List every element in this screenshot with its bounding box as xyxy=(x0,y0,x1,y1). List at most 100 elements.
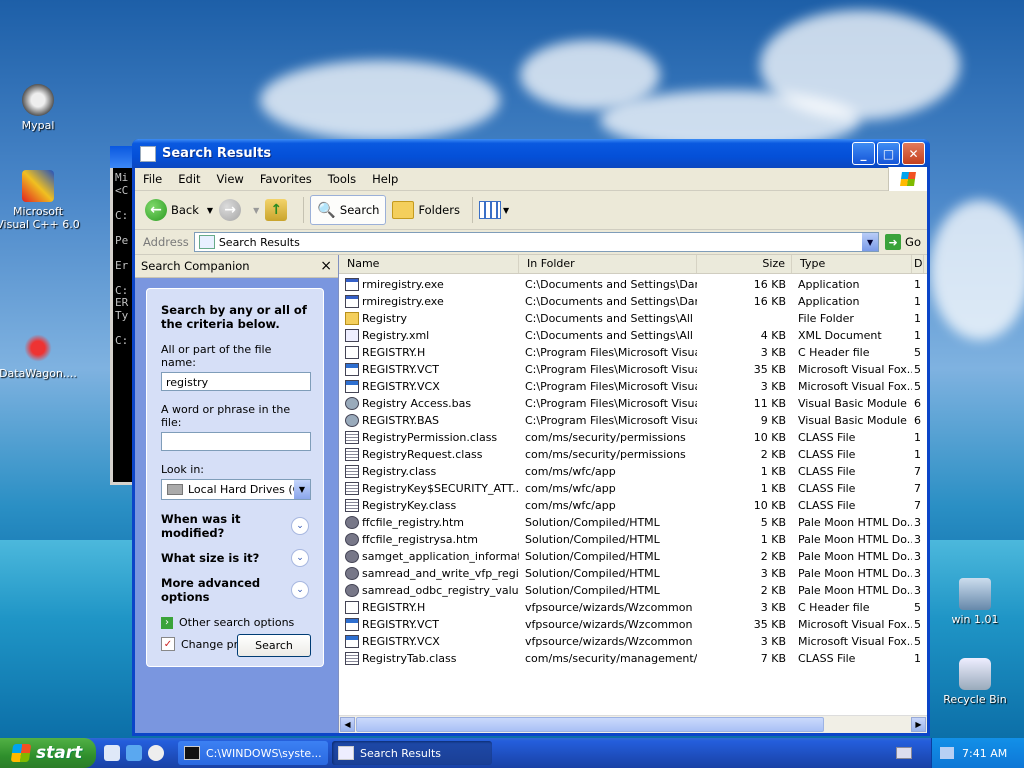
table-row[interactable]: RegistryKey.class com/ms/wfc/app 10 KB CLAS… xyxy=(339,497,927,514)
file-type: Pale Moon HTML Do... xyxy=(798,533,912,546)
lookin-select[interactable]: Local Hard Drives (C:) ▼ xyxy=(161,479,311,500)
search-toolbar-button[interactable]: 🔍 Search xyxy=(310,195,387,225)
table-row[interactable]: Registry.xml C:\Documents and Settings\Al… xyxy=(339,327,927,344)
clock[interactable]: 7:41 AM xyxy=(962,747,1007,760)
horizontal-scrollbar[interactable]: ◀ ▶ xyxy=(339,715,927,733)
table-row[interactable]: REGISTRY.H vfpsource/wizards/Wzcommon 3 KB… xyxy=(339,599,927,616)
folders-button[interactable]: Folders xyxy=(392,201,460,219)
up-folder-button[interactable]: ↑ xyxy=(265,199,291,221)
table-row[interactable]: samread_and_write_vfp_regi... Solution/Co… xyxy=(339,565,927,582)
menu-view[interactable]: View xyxy=(209,172,252,186)
hard-drive-icon xyxy=(167,484,183,495)
file-date: 3 xyxy=(914,533,921,546)
window-titlebar[interactable]: Search Results _ □ ✕ xyxy=(132,139,930,168)
desktop-icon-datawagon[interactable]: DataWagon.... xyxy=(0,332,80,380)
desktop-icon-mypal[interactable]: Mypal xyxy=(0,84,80,132)
minimize-button[interactable]: _ xyxy=(852,142,875,165)
results-rows: rmiregistry.exe C:\Documents and Settings… xyxy=(339,274,927,667)
table-row[interactable]: rmiregistry.exe C:\Documents and Settings… xyxy=(339,276,927,293)
task-search-results[interactable]: Search Results xyxy=(332,741,492,765)
forward-button[interactable]: → xyxy=(219,199,245,221)
table-row[interactable]: RegistryRequest.class com/ms/security/per… xyxy=(339,446,927,463)
table-row[interactable]: RegistryPermission.class com/ms/security/… xyxy=(339,429,927,446)
file-folder: vfpsource/wizards/Wzcommon xyxy=(525,635,693,648)
menu-favorites[interactable]: Favorites xyxy=(252,172,320,186)
column-header-date[interactable]: D xyxy=(912,255,924,273)
table-row[interactable]: Registry Access.bas C:\Program Files\Micr… xyxy=(339,395,927,412)
menu-tools[interactable]: Tools xyxy=(320,172,364,186)
desktop-icon-win[interactable]: win 1.01 xyxy=(933,578,1017,626)
network-icon[interactable] xyxy=(940,747,954,759)
back-dropdown-icon[interactable]: ▼ xyxy=(207,206,213,215)
menu-file[interactable]: File xyxy=(135,172,170,186)
phrase-input[interactable] xyxy=(161,432,311,451)
table-row[interactable]: REGISTRY.VCT vfpsource/wizards/Wzcommon 35… xyxy=(339,616,927,633)
keyboard-icon[interactable] xyxy=(896,747,912,759)
table-row[interactable]: RegistryTab.class com/ms/security/managem… xyxy=(339,650,927,667)
table-row[interactable]: ffcfile_registrysa.htm Solution/Compiled/… xyxy=(339,531,927,548)
menu-edit[interactable]: Edit xyxy=(170,172,208,186)
table-row[interactable]: REGISTRY.VCX vfpsource/wizards/Wzcommon 3 … xyxy=(339,633,927,650)
back-button[interactable]: ← Back xyxy=(145,199,199,221)
views-icon xyxy=(478,201,501,219)
column-header-size[interactable]: Size xyxy=(697,255,792,273)
file-folder: com/ms/security/permissions xyxy=(525,431,686,444)
console-icon xyxy=(184,746,200,760)
size-section[interactable]: What size is it? ⌄ xyxy=(161,549,309,567)
chevron-down-icon[interactable]: ⌄ xyxy=(291,549,309,567)
desktop-icon-recycle-bin[interactable]: Recycle Bin xyxy=(933,658,1017,706)
close-button[interactable]: ✕ xyxy=(902,142,925,165)
media-player-icon[interactable] xyxy=(148,745,164,761)
other-search-options-link[interactable]: › Other search options xyxy=(161,616,309,629)
scrollbar-thumb[interactable] xyxy=(356,717,824,732)
column-header-type[interactable]: Type xyxy=(792,255,912,273)
menu-help[interactable]: Help xyxy=(364,172,406,186)
ie-icon[interactable] xyxy=(126,745,142,761)
search-window-icon xyxy=(140,145,156,162)
chevron-down-icon[interactable]: ⌄ xyxy=(291,581,309,599)
maximize-button[interactable]: □ xyxy=(877,142,900,165)
search-companion-title: Search Companion xyxy=(141,259,250,273)
column-header-name[interactable]: Name xyxy=(339,255,519,273)
file-size: 16 KB xyxy=(753,295,786,308)
desktop-icon[interactable] xyxy=(104,745,120,761)
go-button[interactable]: ➜ Go xyxy=(885,234,921,250)
desktop-icon-label: DataWagon.... xyxy=(0,367,77,380)
close-pane-icon[interactable]: × xyxy=(320,258,332,274)
address-dropdown-icon[interactable]: ▼ xyxy=(862,233,879,251)
table-row[interactable]: rmiregistry.exe C:\Documents and Settings… xyxy=(339,293,927,310)
lookin-dropdown-icon[interactable]: ▼ xyxy=(294,480,310,499)
forward-dropdown-icon[interactable]: ▼ xyxy=(253,206,259,215)
table-row[interactable]: samread_odbc_registry_valu... Solution/Co… xyxy=(339,582,927,599)
table-row[interactable]: REGISTRY.H C:\Program Files\Microsoft Vis… xyxy=(339,344,927,361)
file-name: RegistryKey$SECURITY_ATT... xyxy=(362,482,519,495)
table-row[interactable]: Registry.class com/ms/wfc/app 1 KB CLASS Fi… xyxy=(339,463,927,480)
modified-section[interactable]: When was it modified? ⌄ xyxy=(161,512,309,540)
table-row[interactable]: RegistryKey$SECURITY_ATT... com/ms/wfc/ap… xyxy=(339,480,927,497)
task-console[interactable]: C:\WINDOWS\syste... xyxy=(178,741,328,765)
file-type: Pale Moon HTML Do... xyxy=(798,584,912,597)
scroll-right-icon[interactable]: ▶ xyxy=(911,717,926,732)
scroll-left-icon[interactable]: ◀ xyxy=(340,717,355,732)
start-label: start xyxy=(36,743,83,763)
table-row[interactable]: REGISTRY.BAS C:\Program Files\Microsoft V… xyxy=(339,412,927,429)
filename-input[interactable]: registry xyxy=(161,372,311,391)
desktop-icon-visual-cpp[interactable]: Microsoft Visual C++ 6.0 xyxy=(0,170,80,231)
advanced-section[interactable]: More advanced options ⌄ xyxy=(161,576,309,604)
table-row[interactable]: REGISTRY.VCX C:\Program Files\Microsoft V… xyxy=(339,378,927,395)
chevron-down-icon[interactable]: ⌄ xyxy=(291,517,309,535)
table-row[interactable]: REGISTRY.VCT C:\Program Files\Microsoft V… xyxy=(339,361,927,378)
window-content: Search Companion × Search by any or all … xyxy=(135,255,927,733)
file-name-cell: ffcfile_registrysa.htm xyxy=(339,533,519,546)
views-button[interactable]: ▼ xyxy=(478,201,515,219)
recycle-bin-icon xyxy=(959,658,991,690)
table-row[interactable]: Registry C:\Documents and Settings\All U.… xyxy=(339,310,927,327)
table-row[interactable]: ffcfile_registry.htm Solution/Compiled/HT… xyxy=(339,514,927,531)
search-results-icon xyxy=(198,235,215,249)
start-button[interactable]: start xyxy=(0,738,96,768)
column-header-folder[interactable]: In Folder xyxy=(519,255,697,273)
address-field[interactable]: Search Results ▼ xyxy=(193,232,880,252)
search-button[interactable]: Search xyxy=(237,634,311,657)
table-row[interactable]: samget_application_informati... Solution/… xyxy=(339,548,927,565)
file-name: RegistryKey.class xyxy=(362,499,457,512)
